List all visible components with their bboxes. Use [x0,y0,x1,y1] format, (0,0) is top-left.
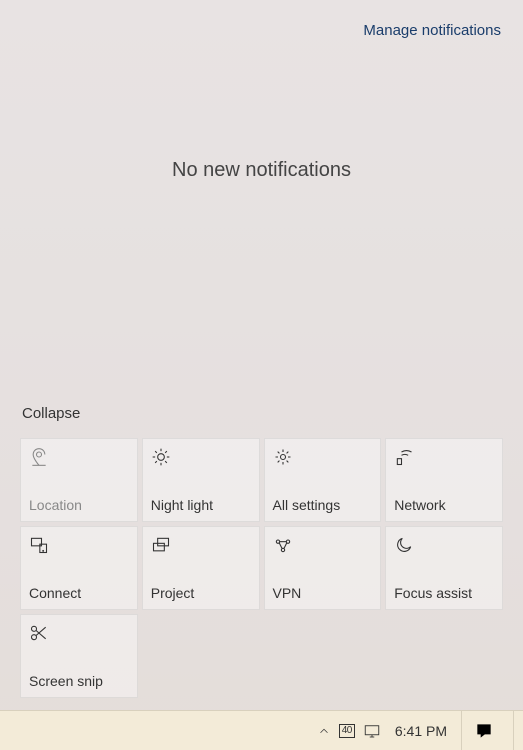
tile-label: VPN [273,585,373,601]
tile-label: Location [29,497,129,513]
no-notifications-message: No new notifications [172,159,351,182]
tile-screen-snip[interactable]: Screen snip [20,614,138,698]
tile-location[interactable]: Location [20,438,138,522]
tile-focus-assist[interactable]: Focus assist [385,526,503,610]
show-desktop-button[interactable] [513,711,519,750]
tile-label: Project [151,585,251,601]
network-icon [394,447,414,467]
tray-overflow-icon[interactable] [317,724,331,738]
manage-notifications-link[interactable]: Manage notifications [0,0,523,39]
scissors-icon [29,623,49,643]
ime-indicator[interactable]: 40 [339,724,355,738]
tile-label: Night light [151,497,251,513]
clock[interactable]: 6:41 PM [389,723,453,739]
tile-label: Screen snip [29,673,129,689]
sun-icon [151,447,171,467]
collapse-button[interactable]: Collapse [0,405,523,430]
tile-project[interactable]: Project [142,526,260,610]
tile-all-settings[interactable]: All settings [264,438,382,522]
tile-label: Network [394,497,494,513]
location-icon [29,447,49,467]
connect-icon [29,535,49,555]
tile-night-light[interactable]: Night light [142,438,260,522]
project-icon [151,535,171,555]
notifications-area: No new notifications [0,39,523,405]
tile-network[interactable]: Network [385,438,503,522]
tile-label: All settings [273,497,373,513]
tile-connect[interactable]: Connect [20,526,138,610]
quick-actions-grid: Location Night light All settings Networ… [0,430,523,710]
tile-label: Focus assist [394,585,494,601]
gear-icon [273,447,293,467]
vpn-icon [273,535,293,555]
display-tray-icon[interactable] [363,722,381,740]
taskbar: 40 6:41 PM [0,710,523,750]
action-center-panel: Manage notifications No new notification… [0,0,523,710]
action-center-button[interactable] [461,711,505,750]
tile-vpn[interactable]: VPN [264,526,382,610]
tile-label: Connect [29,585,129,601]
moon-icon [394,535,414,555]
